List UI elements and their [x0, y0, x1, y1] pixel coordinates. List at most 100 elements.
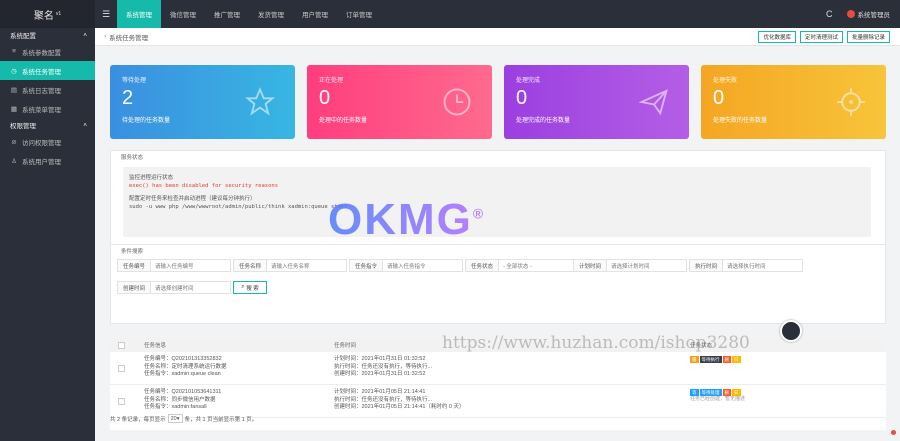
- create-time-input[interactable]: 请选择创建时间: [151, 281, 231, 294]
- sidebar-item-menus[interactable]: ▦ 系统菜单管理: [0, 99, 95, 118]
- sidebar-group-config[interactable]: 系统配置 ˄: [0, 28, 95, 42]
- delete-button[interactable]: 删: [722, 389, 731, 396]
- menu-toggle-icon[interactable]: ☰: [95, 9, 117, 20]
- floating-avatar[interactable]: [780, 320, 802, 342]
- logo-version: v1: [55, 11, 62, 17]
- optimize-db-button[interactable]: 优化数据库: [758, 31, 796, 43]
- command-input[interactable]: 请输入任务指令: [383, 259, 463, 272]
- user-menu[interactable]: 系统管理员: [846, 9, 891, 19]
- search-button[interactable]: ⌕ 搜 索: [233, 281, 267, 294]
- tab-users[interactable]: 用户管理: [293, 0, 337, 28]
- tab-orders[interactable]: 订单管理: [337, 0, 381, 28]
- status-tags: 等 等待处理 删 日: [690, 389, 745, 396]
- card-title: 处理完成: [516, 78, 541, 84]
- main-content: › 系统任务管理 优化数据库 定时清理测试 批量删除记录 等待处理 2 待处理的…: [95, 28, 900, 441]
- sliders-icon: ≡: [12, 48, 16, 55]
- exec-time-input[interactable]: 请选择执行时间: [723, 259, 803, 272]
- tab-shipping[interactable]: 发货管理: [249, 0, 293, 28]
- chevron-down-icon: ▾: [176, 415, 180, 422]
- top-nav: 系统管理 微信管理 推广管理 发货管理 用户管理 订单管理: [117, 0, 381, 28]
- panel-title: 服务状态: [119, 153, 146, 161]
- clock-icon: [443, 88, 471, 116]
- sidebar-item-access[interactable]: ⊘ 访问权限管理: [0, 132, 95, 151]
- code-input[interactable]: 请输入任务编号: [151, 259, 231, 272]
- user-name: 系统管理员: [857, 12, 891, 19]
- sidebar-item-logs[interactable]: ▤ 系统日志管理: [0, 80, 95, 99]
- stat-card-done: 处理完成 0 处理完成的任务数量: [504, 65, 689, 139]
- user-icon: ♙: [11, 157, 17, 165]
- star-icon: [245, 87, 275, 116]
- refresh-icon[interactable]: C: [826, 9, 833, 19]
- action-buttons: 优化数据库 定时清理测试 批量删除记录: [758, 31, 890, 43]
- chevron-up-icon: ˄: [83, 31, 87, 39]
- wait-badge: 等: [690, 389, 699, 396]
- watermark-logo: OKMG®: [328, 195, 486, 244]
- filter-code: 任务编号 请输入任务编号: [117, 259, 231, 272]
- task-note: 任务已经创建，暂无描述: [690, 396, 746, 402]
- sidebar-item-users[interactable]: ♙ 系统用户管理: [0, 151, 95, 170]
- filter-create-time: 创建时间 请选择创建时间 ⌕ 搜 索: [117, 281, 267, 294]
- card-title: 等待处理: [122, 78, 147, 84]
- stat-card-failed: 处理失败 0 处理失败的任务数量: [701, 65, 886, 139]
- status-hint: 配置定时任务来检查并启动进程（建议每分钟执行）: [129, 196, 256, 202]
- pagination: 共 2 条记录，每页显示 20 ▾ 条，共 1 页当前显示第 1 页。: [110, 414, 258, 423]
- name-input[interactable]: 请输入任务名称: [267, 259, 347, 272]
- column-header: 任务信息: [144, 343, 167, 349]
- corner-indicator: [891, 430, 896, 435]
- schedule-clean-button[interactable]: 定时清理测试: [799, 31, 843, 43]
- watermark-url: https://www.huzhan.com/ishop3280: [442, 333, 750, 353]
- log-button[interactable]: 日: [732, 389, 741, 396]
- tab-system[interactable]: 系统管理: [117, 0, 161, 28]
- logo-text: 聚名: [33, 10, 54, 22]
- status-code-box: 监控进程运行状态 exec() has been disabled for se…: [123, 167, 871, 237]
- card-title: 处理失败: [713, 78, 738, 84]
- log-button[interactable]: 日: [732, 356, 741, 363]
- stat-cards: 等待处理 2 待处理的任务数量 正在处理 0 处理中的任务数量 处理完成 0 处…: [110, 65, 886, 139]
- sidebar-group-auth[interactable]: 权限管理 ˄: [0, 118, 95, 132]
- status-line: 监控进程运行状态: [129, 175, 174, 181]
- row-checkbox[interactable]: [118, 365, 125, 372]
- plan-time-input[interactable]: 请选择计划时间: [607, 259, 687, 272]
- avatar: [846, 10, 855, 18]
- table-row: 任务编号：Q202101313352832 任务名称：定时清理系统运行数据 任务…: [110, 352, 886, 385]
- search-icon: ⌕: [241, 284, 245, 290]
- status-command: sudo -u www php /www/wwwroot/admin/publi…: [129, 203, 348, 210]
- search-panel: 条件搜索 任务编号 请输入任务编号 任务名称 请输入任务名称 任务指令 请输入任…: [110, 244, 886, 324]
- select-all-checkbox[interactable]: [118, 341, 125, 349]
- batch-delete-button[interactable]: 批量删除记录: [846, 31, 890, 43]
- page-size-select[interactable]: 20 ▾: [167, 414, 183, 423]
- page-title: 系统任务管理: [109, 34, 149, 42]
- tab-promotion[interactable]: 推广管理: [205, 0, 249, 28]
- clock-icon: ◷: [11, 67, 17, 75]
- status-badge: 等待处理: [699, 389, 722, 396]
- row-checkbox[interactable]: [118, 398, 125, 405]
- breadcrumb: › 系统任务管理 优化数据库 定时清理测试 批量删除记录: [95, 28, 900, 46]
- chevron-up-icon: ˄: [83, 121, 87, 129]
- filter-plan-time: 计划时间 请选择计划时间: [573, 259, 687, 272]
- status-error: exec() has been disabled for security re…: [129, 182, 279, 189]
- filter-command: 任务指令 请输入任务指令: [349, 259, 463, 272]
- app-logo[interactable]: 聚名 v1: [0, 0, 95, 28]
- filter-exec-time: 执行时间 请选择执行时间: [689, 259, 803, 272]
- status-badge: 等待执行: [699, 356, 722, 363]
- panel-title: 条件搜索: [119, 247, 146, 255]
- stat-card-waiting: 等待处理 2 待处理的任务数量: [110, 65, 295, 139]
- column-header: 任务时间: [334, 343, 357, 349]
- stat-card-processing: 正在处理 0 处理中的任务数量: [307, 65, 492, 139]
- card-title: 正在处理: [319, 78, 344, 84]
- chevron-right-icon: ›: [104, 33, 107, 40]
- sidebar-item-params[interactable]: ≡ 系统参数配置: [0, 42, 95, 61]
- sidebar: 系统配置 ˄ ≡ 系统参数配置 ◷ 系统任务管理 ▤ 系统日志管理 ▦ 系统菜单管理 权限…: [0, 28, 95, 441]
- status-tags: 循 等待执行 删 日: [690, 356, 741, 363]
- menu-icon: ▦: [10, 105, 18, 113]
- log-icon: ▤: [10, 86, 18, 94]
- paper-plane-icon: [639, 89, 668, 116]
- top-bar: 聚名 v1 ☰ 系统管理 微信管理 推广管理 发货管理 用户管理 订单管理 C 系…: [0, 0, 900, 28]
- delete-button[interactable]: 删: [722, 356, 731, 363]
- tab-wechat[interactable]: 微信管理: [161, 0, 205, 28]
- shield-icon: ⊘: [11, 138, 17, 146]
- loop-badge: 循: [690, 356, 699, 363]
- sidebar-item-tasks[interactable]: ◷ 系统任务管理: [0, 61, 95, 80]
- virus-icon: [837, 88, 865, 116]
- filter-name: 任务名称 请输入任务名称: [233, 259, 347, 272]
